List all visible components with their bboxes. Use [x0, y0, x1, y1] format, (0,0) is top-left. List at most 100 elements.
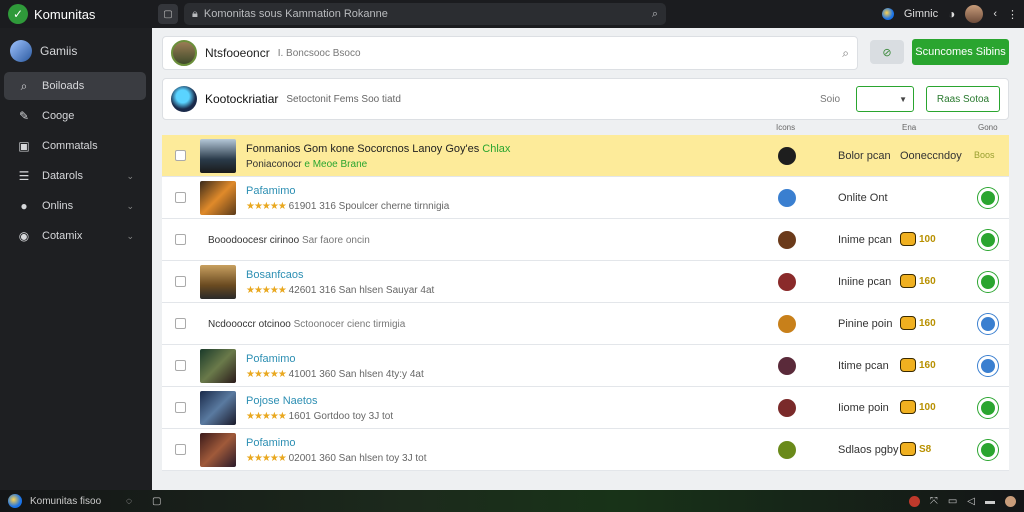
user-avatar[interactable]: [965, 5, 984, 23]
row-thumbnail[interactable]: [200, 391, 236, 425]
action-icon[interactable]: [978, 398, 998, 418]
screen-icon[interactable]: ▭: [948, 496, 957, 507]
action-icon[interactable]: [978, 272, 998, 292]
action-icon[interactable]: [978, 356, 998, 376]
row-checkbox[interactable]: [175, 318, 186, 329]
table-row[interactable]: Pofamimo ★★★★★ 02001 360 San hlsen toy 3J…: [162, 429, 1009, 471]
address-bar[interactable]: 🔒︎ Komonitas sous Kammation Rokanne ⌕: [184, 3, 666, 25]
rating-stars: ★★★★★: [246, 369, 287, 380]
network-icon[interactable]: ⤧: [930, 496, 938, 507]
row-badge: S8: [900, 441, 931, 457]
column-header[interactable]: Icons: [776, 123, 795, 132]
sidebar-item[interactable]: ✎ Cooge: [4, 102, 146, 130]
table-row[interactable]: Pofamimo ★★★★★ 41001 360 San hlsen 4ty:y …: [162, 345, 1009, 387]
row-state: Ooneccndoy: [900, 150, 962, 162]
sidebar-item[interactable]: ◉ Cotamix ⌄: [4, 222, 146, 250]
sidebar-item[interactable]: ▣ Commatals: [4, 132, 146, 160]
filter-avatar[interactable]: [171, 86, 197, 112]
row-status: Sdlaos pgby: [838, 444, 899, 456]
table-row[interactable]: Booodoocesr cirinoo Sar faore oncin Inime…: [162, 219, 1009, 261]
contrast-icon[interactable]: ◑: [948, 7, 955, 21]
lock-icon: 🔒︎: [192, 7, 198, 20]
row-title[interactable]: Pofamimo: [246, 437, 296, 449]
table-row[interactable]: Fonmanios Gom kone Socorcnos Lanoy Goy'e…: [162, 135, 1009, 177]
shield-icon[interactable]: [908, 495, 920, 507]
brand[interactable]: ✓ Komunitas: [0, 4, 150, 24]
app-name: Komunitas: [34, 6, 96, 22]
sidebar-item[interactable]: ⌕ Boiloads: [4, 72, 146, 100]
taskbar: Komunitas fisoo ◌ ▢ ⤧ ▭ ◁ ▬: [0, 490, 1024, 512]
row-thumbnail[interactable]: [200, 139, 236, 173]
sidebar-item-label: Cotamix: [42, 230, 83, 242]
column-header[interactable]: Ena: [902, 123, 916, 132]
tabs-icon[interactable]: ▢: [158, 4, 178, 24]
filter-card: Kootockriatiar Setoctonit Fems Soo tiatd…: [162, 78, 1009, 120]
filter-action-button[interactable]: Raas Sotoa: [926, 86, 1000, 112]
chevron-down-icon[interactable]: ⌄: [126, 201, 134, 212]
row-title[interactable]: Pafamimo: [246, 185, 296, 197]
primary-action-button[interactable]: Scuncomes Sibins: [912, 39, 1009, 65]
search-avatar[interactable]: [171, 40, 197, 66]
coin-icon: ●: [20, 199, 28, 213]
overflow-menu-icon[interactable]: ⋮: [1007, 8, 1018, 21]
status-icon: [778, 441, 796, 459]
table-row[interactable]: Pafamimo ★★★★★ 61901 316 Spoulcer cherne …: [162, 177, 1009, 219]
chevron-down-icon[interactable]: ⌄: [126, 171, 134, 182]
row-thumbnail[interactable]: [200, 349, 236, 383]
row-title[interactable]: Pofamimo: [246, 353, 296, 365]
action-icon[interactable]: [978, 314, 998, 334]
link-icon: ⊘: [882, 46, 892, 59]
status-icon: [778, 399, 796, 417]
status-icon: [778, 147, 796, 165]
action-icon[interactable]: [978, 230, 998, 250]
row-title[interactable]: Pojose Naetos: [246, 395, 318, 407]
main-content: Ntsfooeoncr I. Boncsooc Bsoco ⌕ ⊘ Scunco…: [152, 28, 1024, 490]
sidebar-item[interactable]: ☰ Datarols ⌄: [4, 162, 146, 190]
window-icon[interactable]: ▢: [152, 496, 161, 507]
circle-icon[interactable]: ◌: [126, 496, 132, 507]
row-title[interactable]: Bosanfcaos: [246, 269, 303, 281]
row-checkbox[interactable]: [175, 276, 186, 287]
sidebar-profile[interactable]: Gamiis: [0, 28, 150, 70]
profile-name: Gamiis: [40, 44, 78, 58]
search-icon[interactable]: ⌕: [652, 8, 658, 21]
chevron-down-icon[interactable]: ⌄: [126, 231, 134, 242]
back-chevron-icon[interactable]: ‹: [993, 8, 997, 20]
status-icon: [778, 273, 796, 291]
badge-icon: [900, 442, 916, 456]
row-checkbox[interactable]: [175, 444, 186, 455]
row-checkbox[interactable]: [175, 150, 186, 161]
row-thumbnail[interactable]: [200, 433, 236, 467]
battery-icon[interactable]: ▬: [985, 496, 995, 507]
profile-label[interactable]: Gimnic: [904, 8, 938, 20]
browser-icon[interactable]: [881, 8, 894, 20]
action-icon[interactable]: [978, 440, 998, 460]
row-checkbox[interactable]: [175, 192, 186, 203]
volume-icon[interactable]: ◁: [967, 496, 975, 507]
table-row[interactable]: Bosanfcaos ★★★★★ 42601 316 San hlsen Sauy…: [162, 261, 1009, 303]
search-icon: ⌕: [20, 78, 28, 93]
row-thumbnail[interactable]: [200, 181, 236, 215]
row-checkbox[interactable]: [175, 360, 186, 371]
search-icon[interactable]: ⌕: [842, 46, 849, 61]
user-icon[interactable]: [1005, 495, 1016, 507]
column-header[interactable]: Gono: [978, 123, 998, 132]
row-title[interactable]: Fonmanios Gom kone Socorcnos Lanoy Goy'e…: [246, 143, 510, 155]
row-thumbnail[interactable]: [200, 265, 236, 299]
badge-icon: [900, 358, 916, 372]
sidebar-item-label: Cooge: [42, 110, 75, 122]
row-subtitle: ★★★★★ 41001 360 San hlsen 4ty:y 4at: [246, 369, 424, 380]
table-row[interactable]: Ncdoooccr otcinoo Sctoonocer cienc tirmi…: [162, 303, 1009, 345]
action-icon[interactable]: [978, 188, 998, 208]
filter-meta: Setoctonit Fems Soo tiatd: [286, 93, 401, 105]
row-badge: 160: [900, 357, 936, 373]
link-button[interactable]: ⊘: [870, 40, 904, 64]
row-checkbox[interactable]: [175, 234, 186, 245]
sidebar-item-label: Datarols: [42, 170, 83, 182]
table-row[interactable]: Pojose Naetos ★★★★★ 1601 Gortdoo toy 3J t…: [162, 387, 1009, 429]
row-title[interactable]: Booodoocesr cirinoo Sar faore oncin: [208, 235, 370, 246]
sidebar-item[interactable]: ● Onlins ⌄: [4, 192, 146, 220]
row-title[interactable]: Ncdoooccr otcinoo Sctoonocer cienc tirmi…: [208, 319, 405, 330]
row-checkbox[interactable]: [175, 402, 186, 413]
filter-select[interactable]: ▼: [856, 86, 914, 112]
